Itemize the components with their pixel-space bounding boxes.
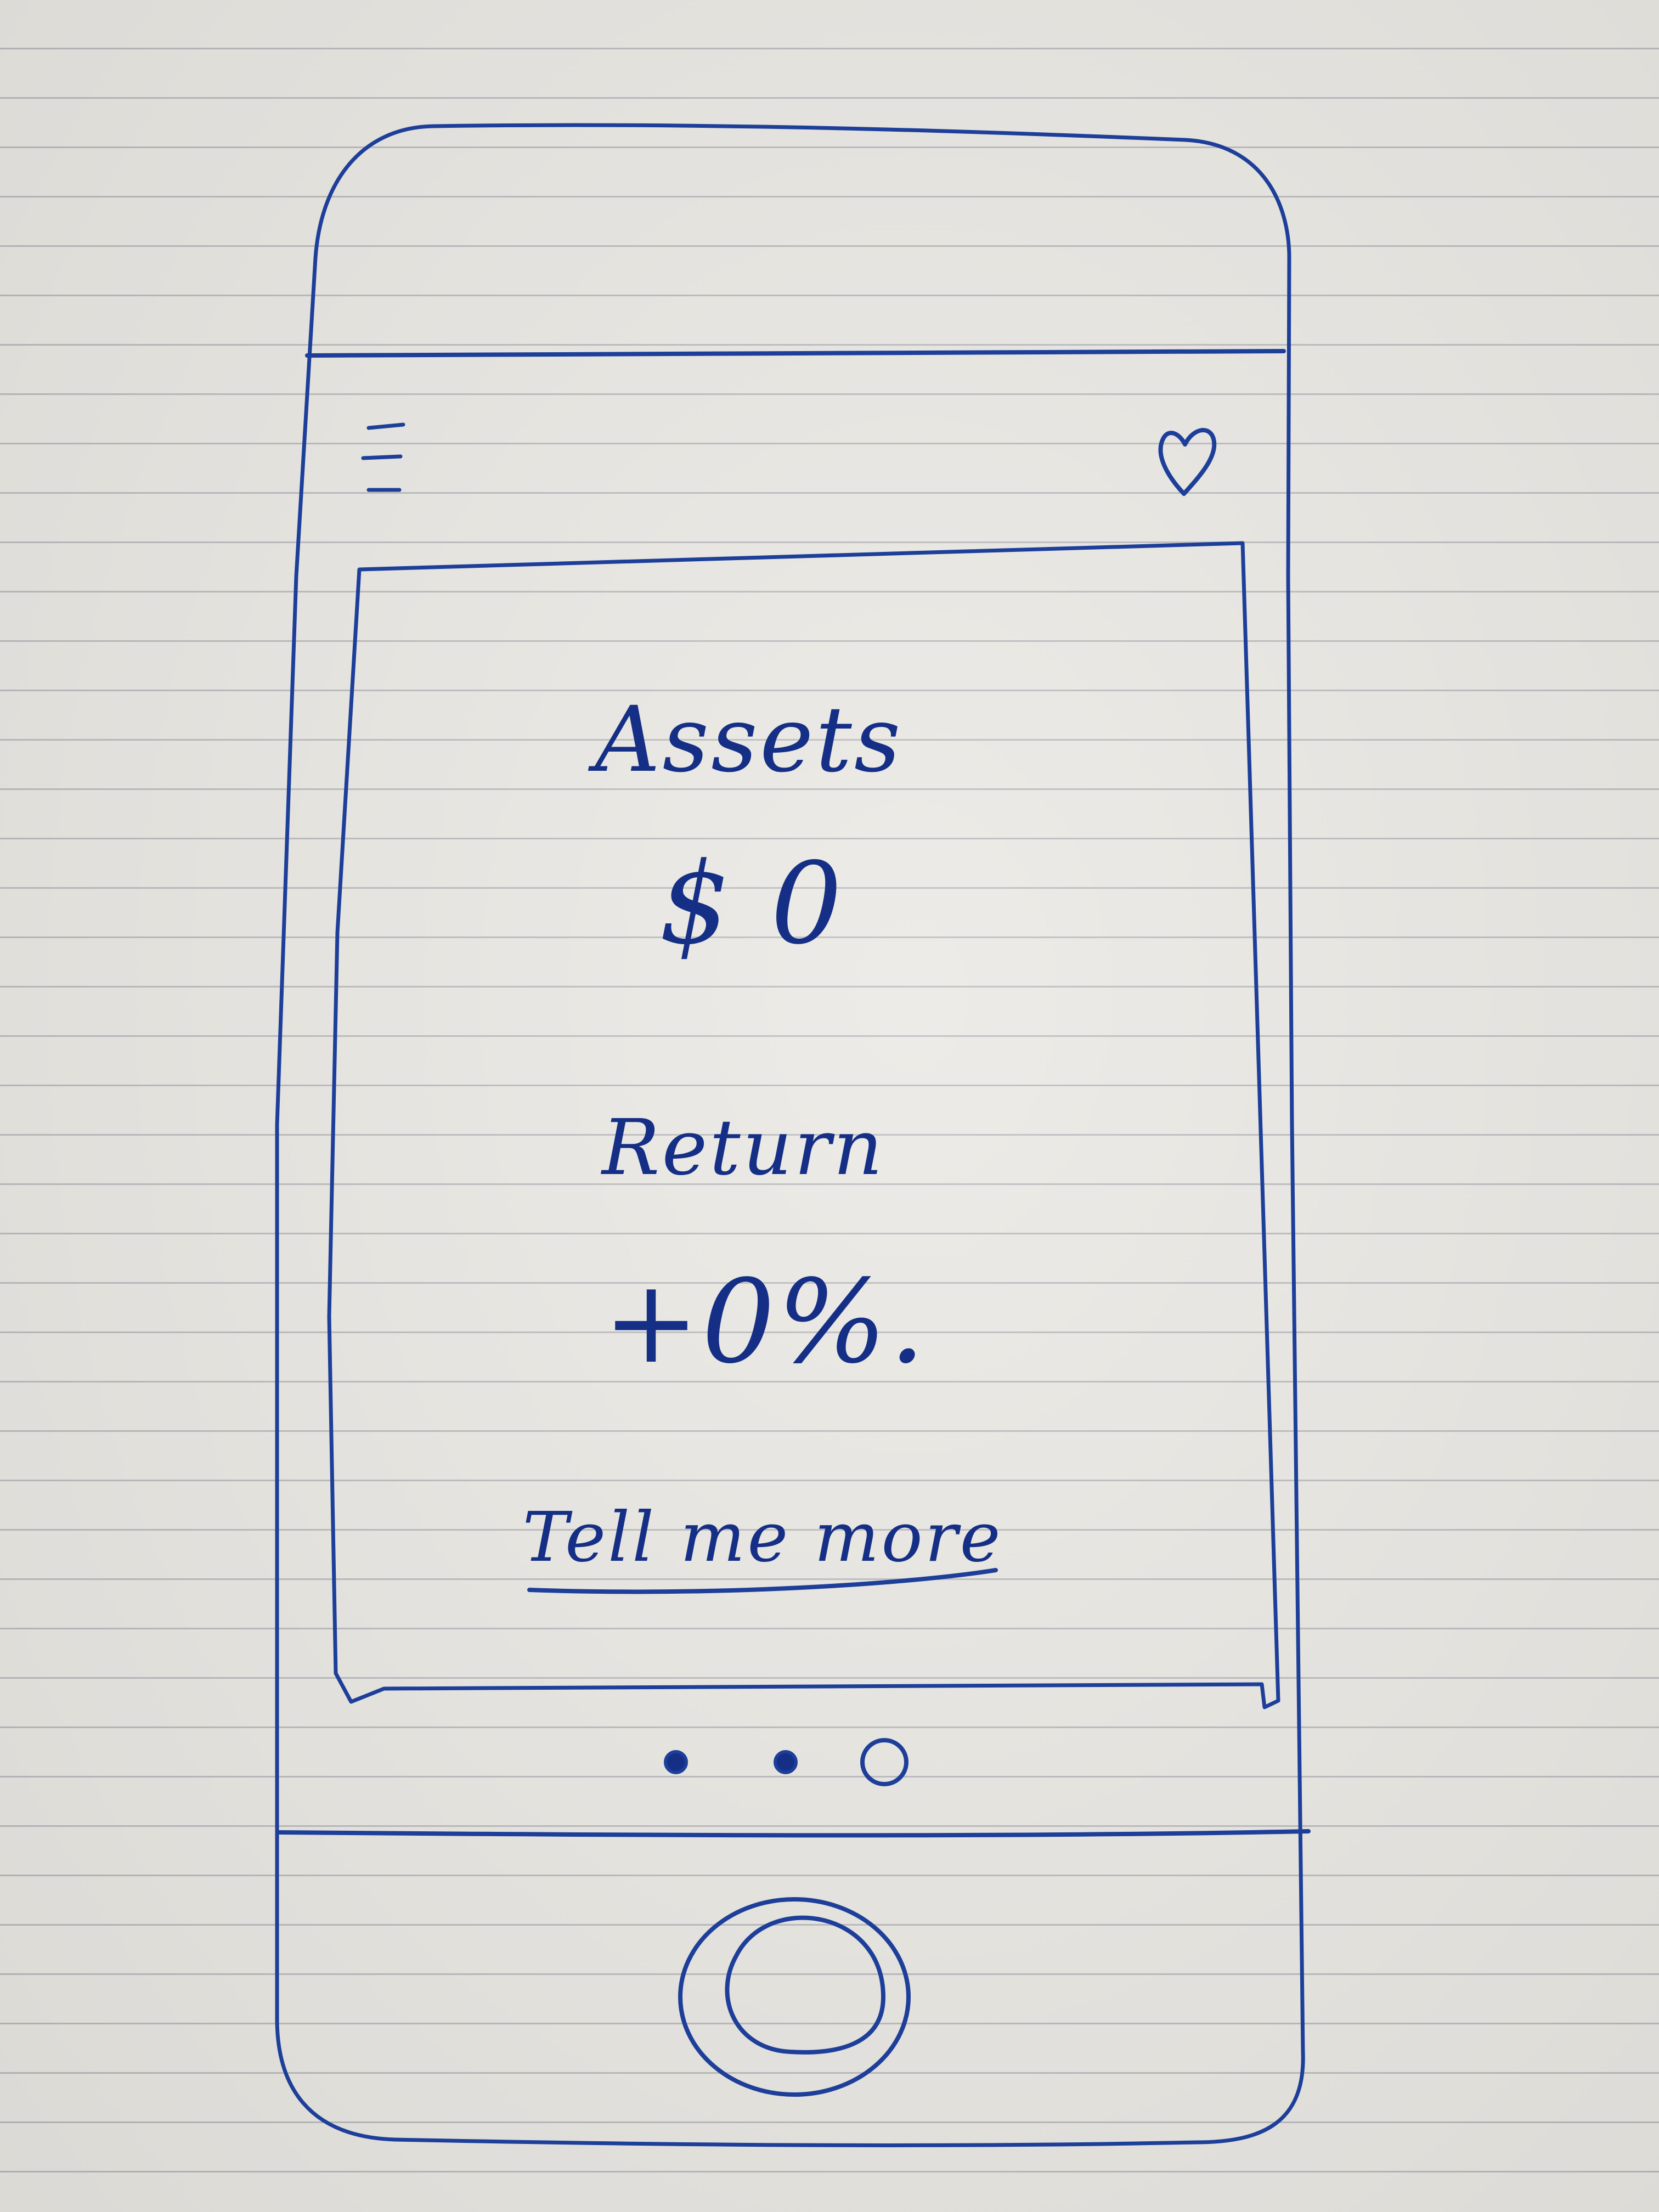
return-value: +0%. (603, 1255, 928, 1389)
phone-wireframe-sketch: Assets $ 0 Return +0%. Tell me more (275, 123, 1311, 2147)
assets-label: Assets (588, 687, 902, 792)
carousel-page-indicator (664, 1738, 909, 1786)
tell-me-more-label[interactable]: Tell me more (522, 1498, 1002, 1577)
home-bar-divider (278, 1829, 1311, 1838)
home-button-inner-ring (725, 1915, 885, 2055)
carousel-dot[interactable] (774, 1750, 798, 1774)
heart-icon[interactable] (1158, 428, 1217, 496)
assets-value: $ 0 (659, 839, 844, 969)
home-button-outer-ring (678, 1897, 911, 2097)
tell-me-more-link[interactable]: Tell me more (522, 1498, 1002, 1594)
carousel-dot-active[interactable] (860, 1738, 909, 1786)
home-button[interactable] (678, 1897, 911, 2097)
status-bar-divider (305, 349, 1286, 358)
hamburger-menu-icon[interactable] (361, 422, 405, 492)
carousel-dot[interactable] (664, 1750, 688, 1774)
return-label: Return (600, 1103, 885, 1193)
